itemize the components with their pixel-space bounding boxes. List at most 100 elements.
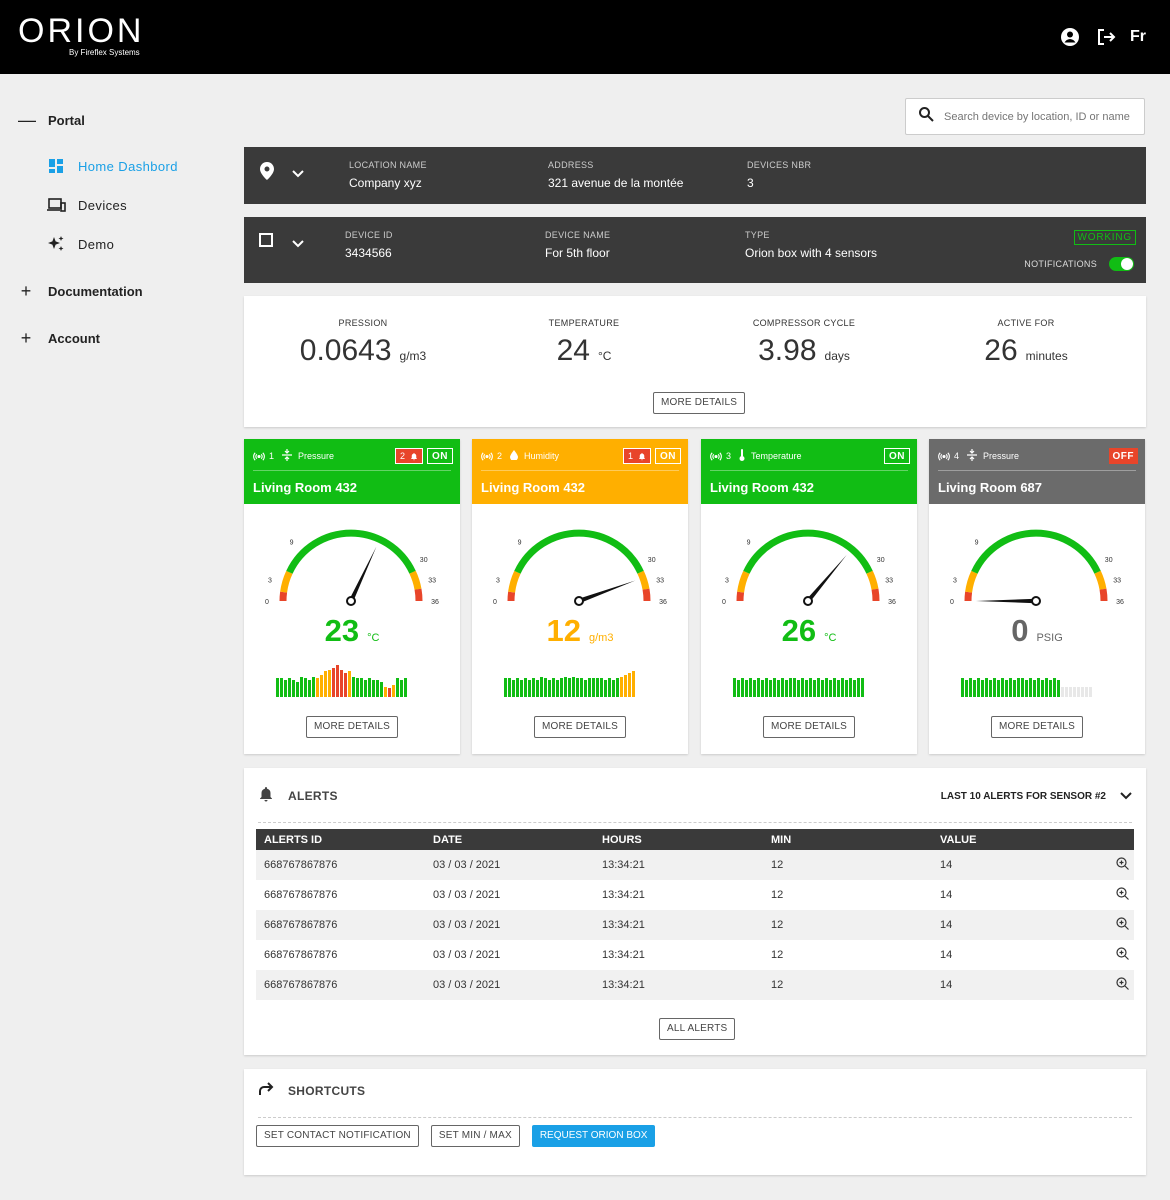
sensor-number: 3 [726, 451, 732, 461]
sensor-state-badge[interactable]: ON [427, 448, 453, 464]
sensor-gauge: 0 3 9 30 33 36 [950, 529, 1124, 606]
table-cell: 12 [763, 910, 932, 940]
sensor-reading: 23 °C [244, 613, 460, 649]
devices-count-field: DEVICES NBR 3 [747, 160, 811, 190]
expand-icon: + [20, 281, 32, 301]
sidebar-item-home-dashboard[interactable]: Home Dashbord [46, 156, 178, 176]
table-row[interactable]: 668767867876 03 / 03 / 2021 13:34:21 12 14 [256, 910, 1134, 940]
language-toggle[interactable]: Fr [1130, 28, 1146, 46]
zoom-in-icon[interactable] [1110, 910, 1134, 940]
table-cell: 14 [940, 949, 953, 961]
zoom-in-icon[interactable] [1110, 880, 1134, 910]
sensor-state-badge[interactable]: ON [884, 448, 910, 464]
table-row[interactable]: 668767867876 03 / 03 / 2021 13:34:21 12 14 [256, 850, 1134, 880]
gauge-tick-label: 30 [877, 557, 885, 564]
sidebar-section-label: Portal [48, 113, 85, 128]
bell-icon [411, 452, 417, 460]
history-bar [789, 678, 792, 697]
metric-unit: minutes [1025, 349, 1068, 363]
history-bar [608, 678, 611, 697]
history-bar [1077, 687, 1080, 697]
gauge-hub [574, 596, 584, 606]
table-cell: 13:34:21 [594, 970, 763, 1000]
sensor-header: 4 Pressure OFF Living Room 687 [929, 439, 1145, 504]
history-bar [312, 677, 315, 697]
sensor-more-details-button[interactable]: MORE DETAILS [533, 716, 627, 738]
search-input[interactable] [944, 110, 1134, 123]
history-bar [1061, 687, 1064, 697]
history-bar [536, 680, 539, 697]
chevron-down-icon[interactable] [292, 165, 304, 183]
orion-logo[interactable]: ORION By Fireflex Systems [18, 14, 144, 57]
chevron-down-icon[interactable] [292, 235, 304, 253]
table-row[interactable]: 668767867876 03 / 03 / 2021 13:34:21 12 14 [256, 970, 1134, 1000]
gauge-needle [578, 580, 636, 604]
table-row[interactable]: 668767867876 03 / 03 / 2021 13:34:21 12 14 [256, 940, 1134, 970]
zoom-in-icon[interactable] [1110, 850, 1134, 880]
account-circle-icon[interactable] [1052, 19, 1088, 55]
sensor-title: Living Room 432 [710, 480, 815, 495]
table-cell: 03 / 03 / 2021 [425, 970, 594, 1000]
all-alerts-button[interactable]: ALL ALERTS [659, 1018, 736, 1040]
metric-value: 0.0643 [299, 334, 392, 367]
table-row[interactable]: 668767867876 03 / 03 / 2021 13:34:21 12 14 [256, 880, 1134, 910]
zoom-in-icon[interactable] [1110, 970, 1134, 1000]
zoom-in-icon[interactable] [1110, 940, 1134, 970]
history-bar [1085, 687, 1088, 697]
history-bar [352, 677, 355, 697]
device-checkbox[interactable] [259, 233, 273, 247]
history-bar [757, 678, 760, 697]
history-bar [797, 680, 800, 697]
alert-count-badge[interactable]: 2 [394, 448, 423, 464]
notifications-toggle[interactable] [1109, 257, 1134, 271]
sensor-more-details-button[interactable]: MORE DETAILS [305, 716, 399, 738]
sensor-state-badge[interactable]: ON [655, 448, 681, 464]
toggle-knob [1121, 258, 1133, 270]
sensor-more-details-button[interactable]: MORE DETAILS [990, 716, 1084, 738]
table-cell: 14 [932, 910, 1110, 940]
metrics-more-details-button[interactable]: MORE DETAILS [653, 392, 746, 414]
history-bar [528, 680, 531, 697]
table-cell: 13:34:21 [594, 850, 763, 880]
request-orion-box-button[interactable]: REQUEST ORION BOX [531, 1125, 656, 1147]
history-bar [360, 678, 363, 697]
history-bar [825, 678, 828, 697]
humidity-icon [510, 450, 519, 462]
history-bar [829, 680, 832, 697]
alerts-filter-dropdown[interactable]: LAST 10 ALERTS FOR SENSOR #2 [941, 791, 1132, 802]
history-bar [1045, 678, 1048, 697]
device-search[interactable] [905, 98, 1145, 135]
set-min-max-button[interactable]: SET MIN / MAX [430, 1125, 520, 1147]
sidebar-section-documentation[interactable]: + Documentation [18, 281, 143, 302]
sidebar-section-portal[interactable]: — Portal [18, 110, 85, 131]
gauge-tick-label: 30 [648, 557, 656, 564]
table-cell: 668767867876 [256, 850, 425, 880]
sensor-more-details-button[interactable]: MORE DETAILS [762, 716, 856, 738]
history-bar [300, 677, 303, 697]
sensor-unit: PSIG [1036, 632, 1063, 644]
history-bar [849, 678, 852, 697]
sensor-state-badge[interactable]: OFF [1108, 448, 1138, 464]
top-bar: ORION By Fireflex Systems Fr [0, 0, 1170, 74]
shortcuts-title: SHORTCUTS [288, 1084, 366, 1098]
gauge-tick-label: 0 [950, 599, 954, 606]
alert-count-badge[interactable]: 1 [622, 448, 651, 464]
gauge-tick-label: 33 [428, 577, 436, 584]
divider [481, 470, 679, 471]
history-bar [817, 678, 820, 697]
metric-value: 3.98 [758, 334, 817, 367]
gauge-tick-label: 30 [1105, 557, 1113, 564]
sensor-type: Pressure [298, 451, 335, 461]
sidebar-item-devices[interactable]: Devices [46, 195, 127, 215]
sensor-header: 3 Temperature ON Living Room 432 [701, 439, 917, 504]
sidebar-item-demo[interactable]: Demo [46, 234, 114, 254]
history-bar [388, 688, 391, 697]
gauge-tick-label: 33 [656, 577, 664, 584]
gauge-tick-label: 36 [1116, 599, 1124, 606]
divider [938, 470, 1136, 471]
sidebar-section-account[interactable]: + Account [18, 328, 100, 349]
logout-icon[interactable] [1088, 19, 1124, 55]
history-bar [324, 671, 327, 697]
set-contact-notification-button[interactable]: SET CONTACT NOTIFICATION [256, 1125, 419, 1147]
table-cell: 14 [940, 889, 953, 901]
